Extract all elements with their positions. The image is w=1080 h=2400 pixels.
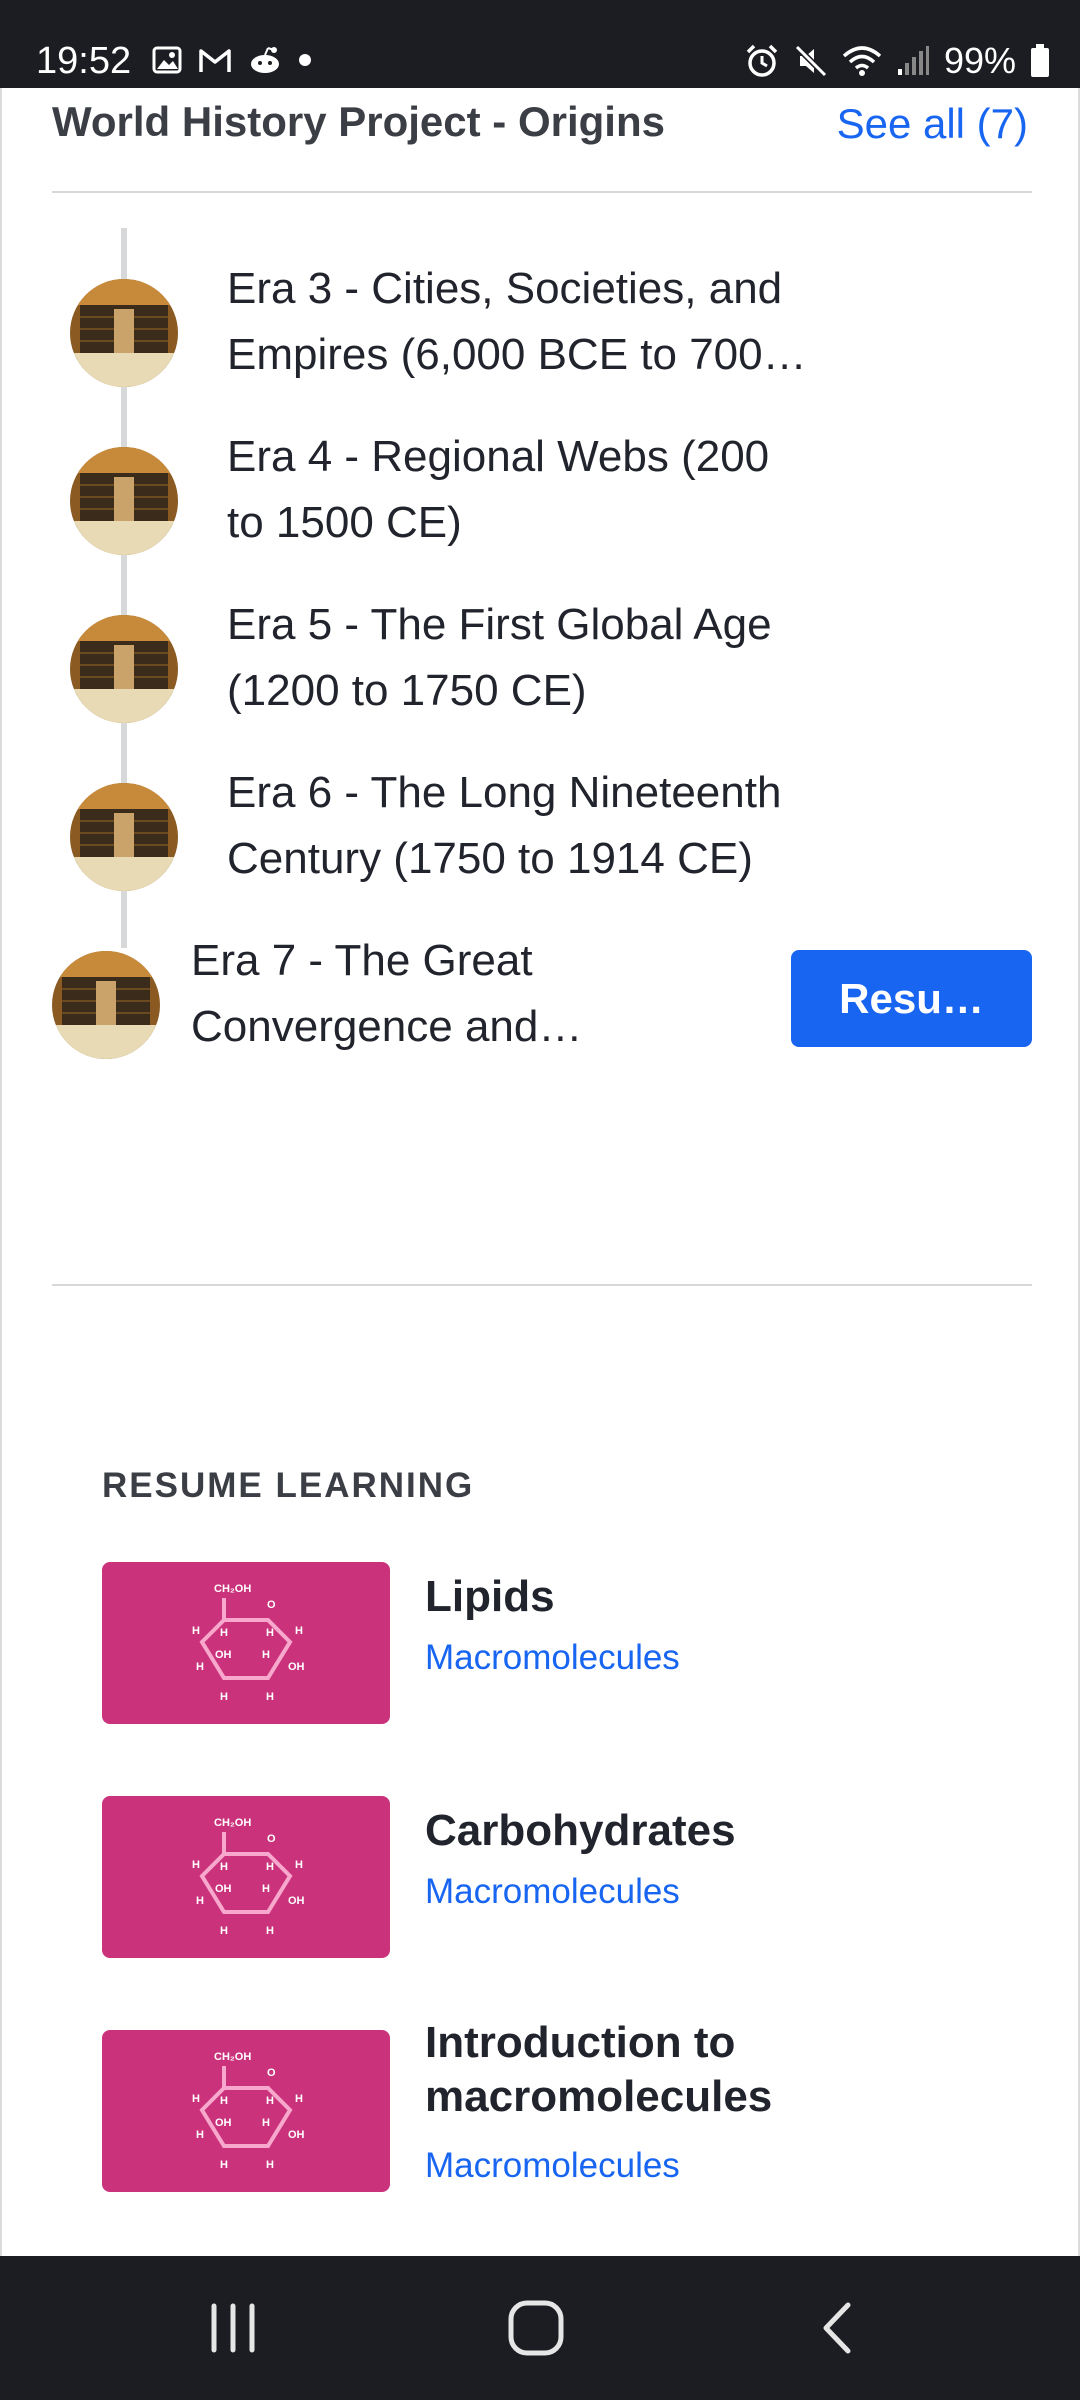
unit-title: Era 4 - Regional Webs (200 to 1500 CE)	[227, 432, 770, 547]
alarm-icon	[744, 43, 780, 79]
unit-item[interactable]: Era 4 - Regional Webs (200 to 1500 CE)	[2, 424, 1078, 592]
svg-text:CH₂OH: CH₂OH	[214, 2051, 251, 2063]
unit-title: Era 3 - Cities, Societies, and Empires (6…	[227, 264, 807, 379]
unit-item[interactable]: Era 5 - The First Global Age (1200 to 175…	[2, 592, 1078, 760]
svg-text:H: H	[220, 1861, 228, 1873]
svg-text:H: H	[266, 1627, 274, 1639]
status-time: 19:52	[36, 40, 132, 82]
molecule-thumbnail: CH₂OH O HH HH OH H H OH HH	[102, 1796, 390, 1958]
svg-text:H: H	[196, 1661, 204, 1673]
gmail-icon	[198, 46, 232, 74]
svg-text:O: O	[267, 1599, 276, 1611]
svg-text:OH: OH	[215, 2117, 232, 2129]
notification-icons	[152, 42, 312, 78]
back-icon[interactable]	[798, 2296, 878, 2360]
unit-title: Era 7 - The Great Convergence and…	[191, 936, 583, 1051]
wifi-icon	[842, 44, 882, 78]
resume-item[interactable]: CH₂OH O HH HH OH H H OH HH Lipids Macromole…	[102, 1562, 1002, 1724]
home-icon[interactable]	[496, 2296, 576, 2360]
svg-text:H: H	[192, 2093, 200, 2105]
image-icon	[152, 45, 182, 75]
svg-text:OH: OH	[288, 1661, 305, 1673]
status-bar: 19:52 99%	[0, 0, 1080, 88]
resume-learning-heading: RESUME LEARNING	[102, 1466, 475, 1505]
svg-text:OH: OH	[288, 1895, 305, 1907]
svg-text:O: O	[267, 1833, 276, 1845]
svg-text:H: H	[266, 1861, 274, 1873]
svg-text:H: H	[192, 1625, 200, 1637]
navigation-bar	[0, 2256, 1080, 2400]
svg-text:O: O	[267, 2067, 276, 2079]
svg-text:CH₂OH: CH₂OH	[214, 1583, 251, 1595]
reddit-icon	[248, 45, 282, 75]
resume-item-title: Introduction to macromolecules	[425, 2018, 773, 2121]
svg-text:H: H	[262, 1883, 270, 1895]
svg-text:OH: OH	[215, 1649, 232, 1661]
molecule-thumbnail: CH₂OH O HH HH OH H H OH HH	[102, 2030, 390, 2192]
svg-text:H: H	[266, 2095, 274, 2107]
svg-text:H: H	[262, 1649, 270, 1661]
resume-item-subject[interactable]: Macromolecules	[425, 1870, 680, 1914]
library-thumbnail	[70, 615, 178, 723]
svg-text:H: H	[220, 1925, 228, 1937]
unit-title: Era 5 - The First Global Age (1200 to 175…	[227, 600, 772, 715]
svg-text:H: H	[295, 2093, 303, 2105]
divider	[52, 191, 1032, 193]
svg-text:H: H	[196, 1895, 204, 1907]
see-all-link[interactable]: See all (7)	[837, 96, 1028, 152]
svg-text:H: H	[220, 2159, 228, 2171]
svg-text:H: H	[220, 1691, 228, 1703]
library-thumbnail	[52, 951, 160, 1059]
battery-icon	[1030, 44, 1050, 78]
resume-item[interactable]: CH₂OH O HH HH OH H H OH HH Carbohydrates Ma…	[102, 1796, 1002, 1958]
resume-item-title: Carbohydrates	[425, 1806, 736, 1855]
library-thumbnail	[70, 783, 178, 891]
battery-percent: 99%	[943, 40, 1016, 81]
main-content: World History Project - Origins See all …	[0, 88, 1080, 2256]
svg-text:H: H	[266, 2159, 274, 2171]
mute-icon	[794, 44, 828, 78]
resume-item[interactable]: CH₂OH O HH HH OH H H OH HH Introduction to m…	[102, 2018, 1002, 2192]
svg-text:H: H	[266, 1925, 274, 1937]
system-icons: 99%	[744, 38, 1050, 84]
resume-button[interactable]: Resu…	[791, 950, 1032, 1047]
svg-text:CH₂OH: CH₂OH	[214, 1817, 251, 1829]
svg-text:H: H	[196, 2129, 204, 2141]
signal-icon	[896, 45, 930, 77]
library-thumbnail	[70, 447, 178, 555]
svg-text:H: H	[220, 1627, 228, 1639]
molecule-thumbnail: CH₂OH O HH HH OH H H OH HH	[102, 1562, 390, 1724]
dot-icon	[298, 53, 312, 67]
unit-item[interactable]: Era 6 - The Long Nineteenth Century (1750…	[2, 760, 1078, 928]
resume-item-title: Lipids	[425, 1572, 555, 1621]
svg-text:OH: OH	[288, 2129, 305, 2141]
svg-text:H: H	[262, 2117, 270, 2129]
unit-item[interactable]: Era 3 - Cities, Societies, and Empires (6…	[2, 256, 1078, 424]
svg-text:H: H	[220, 2095, 228, 2107]
resume-item-subject[interactable]: Macromolecules	[425, 1636, 680, 1680]
svg-text:H: H	[295, 1859, 303, 1871]
course-title: World History Project - Origins	[52, 98, 665, 145]
recent-apps-icon[interactable]	[193, 2296, 273, 2360]
library-thumbnail	[70, 279, 178, 387]
resume-item-subject[interactable]: Macromolecules	[425, 2144, 680, 2188]
svg-text:H: H	[192, 1859, 200, 1871]
divider	[52, 1284, 1032, 1286]
svg-text:H: H	[295, 1625, 303, 1637]
unit-title: Era 6 - The Long Nineteenth Century (1750…	[227, 768, 782, 883]
svg-text:OH: OH	[215, 1883, 232, 1895]
svg-text:H: H	[266, 1691, 274, 1703]
